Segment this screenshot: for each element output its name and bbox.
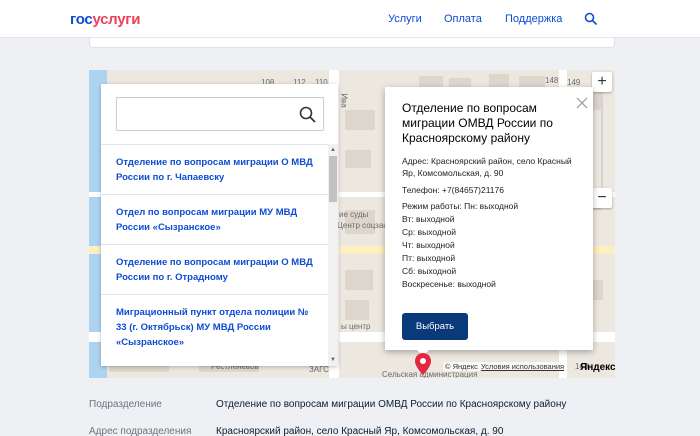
logo-part-uslugi: услуги	[92, 11, 141, 28]
terms-link[interactable]: Условия использования	[481, 362, 564, 371]
list-item[interactable]: Миграционный пункт отдела полиции № 33 (…	[101, 295, 329, 366]
balloon-address: Адрес: Красноярский район, село Красный …	[402, 156, 572, 178]
house-number: 148	[545, 76, 559, 85]
office-list-panel: Отделение по вопросам миграции О МВД Рос…	[101, 84, 338, 366]
list-item[interactable]: Отделение по вопросам миграции О МВД Рос…	[101, 145, 329, 195]
balloon-phone: Телефон: +7(84657)21176	[402, 185, 504, 195]
zoom-slider[interactable]	[601, 96, 603, 188]
yandex-logo[interactable]: Яндекс	[580, 362, 616, 373]
list-item-title[interactable]: Отдел по вопросам миграции МУ МВД России…	[116, 205, 316, 235]
zoom-in-button[interactable]: +	[592, 72, 612, 92]
zoom-out-button[interactable]: −	[592, 188, 612, 208]
header-search-icon[interactable]	[584, 12, 598, 26]
map-label-courts: ие суды	[339, 210, 369, 219]
top-header: госуслуги Услуги Оплата Поддержка	[0, 0, 700, 38]
office-search-box	[116, 97, 324, 131]
list-item-title[interactable]: Отделение по вопросам миграции О МВД Рос…	[116, 155, 316, 185]
balloon-schedule-line: Сб: выходной	[402, 266, 457, 276]
balloon-schedule-line: Чт: выходной	[402, 240, 455, 250]
nav-support[interactable]: Поддержка	[505, 13, 562, 25]
street-label: Ива	[339, 93, 349, 108]
balloon-schedule-line: Вт: выходной	[402, 214, 455, 224]
gosuslugi-logo[interactable]: госуслуги	[70, 11, 140, 28]
balloon-schedule-line: Режим работы: Пн: выходной	[402, 201, 519, 211]
choose-button[interactable]: Выбрать	[402, 313, 468, 340]
map-label-zags: ЗАГС	[309, 365, 329, 374]
balloon-schedule-line: Воскресенье: выходной	[402, 279, 496, 289]
list-scrollbar-thumb[interactable]	[329, 156, 337, 202]
list-item[interactable]: Отдел по вопросам миграции МУ МВД России…	[101, 195, 329, 245]
info-value-division: Отделение по вопросам миграции ОМВД Росс…	[216, 399, 567, 410]
info-label-division: Подразделение	[89, 399, 162, 410]
office-balloon: Отделение по вопросам миграции ОМВД Росс…	[385, 87, 593, 350]
info-label-address: Адрес подразделения	[89, 426, 192, 436]
scroll-down-icon[interactable]: ▼	[329, 356, 337, 364]
office-search-input[interactable]	[117, 98, 297, 130]
list-item[interactable]: Отделение по вопросам миграции О МВД Рос…	[101, 245, 329, 295]
card-fragment	[89, 38, 615, 48]
house-number: 149	[567, 78, 581, 87]
balloon-schedule-line: Ср: выходной	[402, 227, 457, 237]
balloon-schedule-line: Пт: выходной	[402, 253, 456, 263]
search-icon[interactable]	[299, 106, 316, 123]
list-item-title[interactable]: Отделение по вопросам миграции О МВД Рос…	[116, 255, 316, 285]
map-pin-icon[interactable]	[414, 352, 432, 376]
balloon-title: Отделение по вопросам миграции ОМВД Росс…	[402, 101, 553, 145]
map-label-center2: ы центр	[341, 322, 371, 331]
copyright-text: © Яндекс	[445, 362, 478, 371]
nav-services[interactable]: Услуги	[388, 13, 422, 25]
scroll-up-icon[interactable]: ▲	[329, 146, 337, 154]
list-item-title[interactable]: Миграционный пункт отдела полиции № 33 (…	[116, 305, 316, 350]
info-value-address: Красноярский район, село Красный Яр, Ком…	[216, 426, 504, 436]
logo-part-gos: гос	[70, 11, 93, 28]
close-icon[interactable]	[576, 97, 588, 109]
nav-payment[interactable]: Оплата	[444, 13, 482, 25]
map-copyright: © Яндекс Условия использования	[443, 362, 567, 371]
